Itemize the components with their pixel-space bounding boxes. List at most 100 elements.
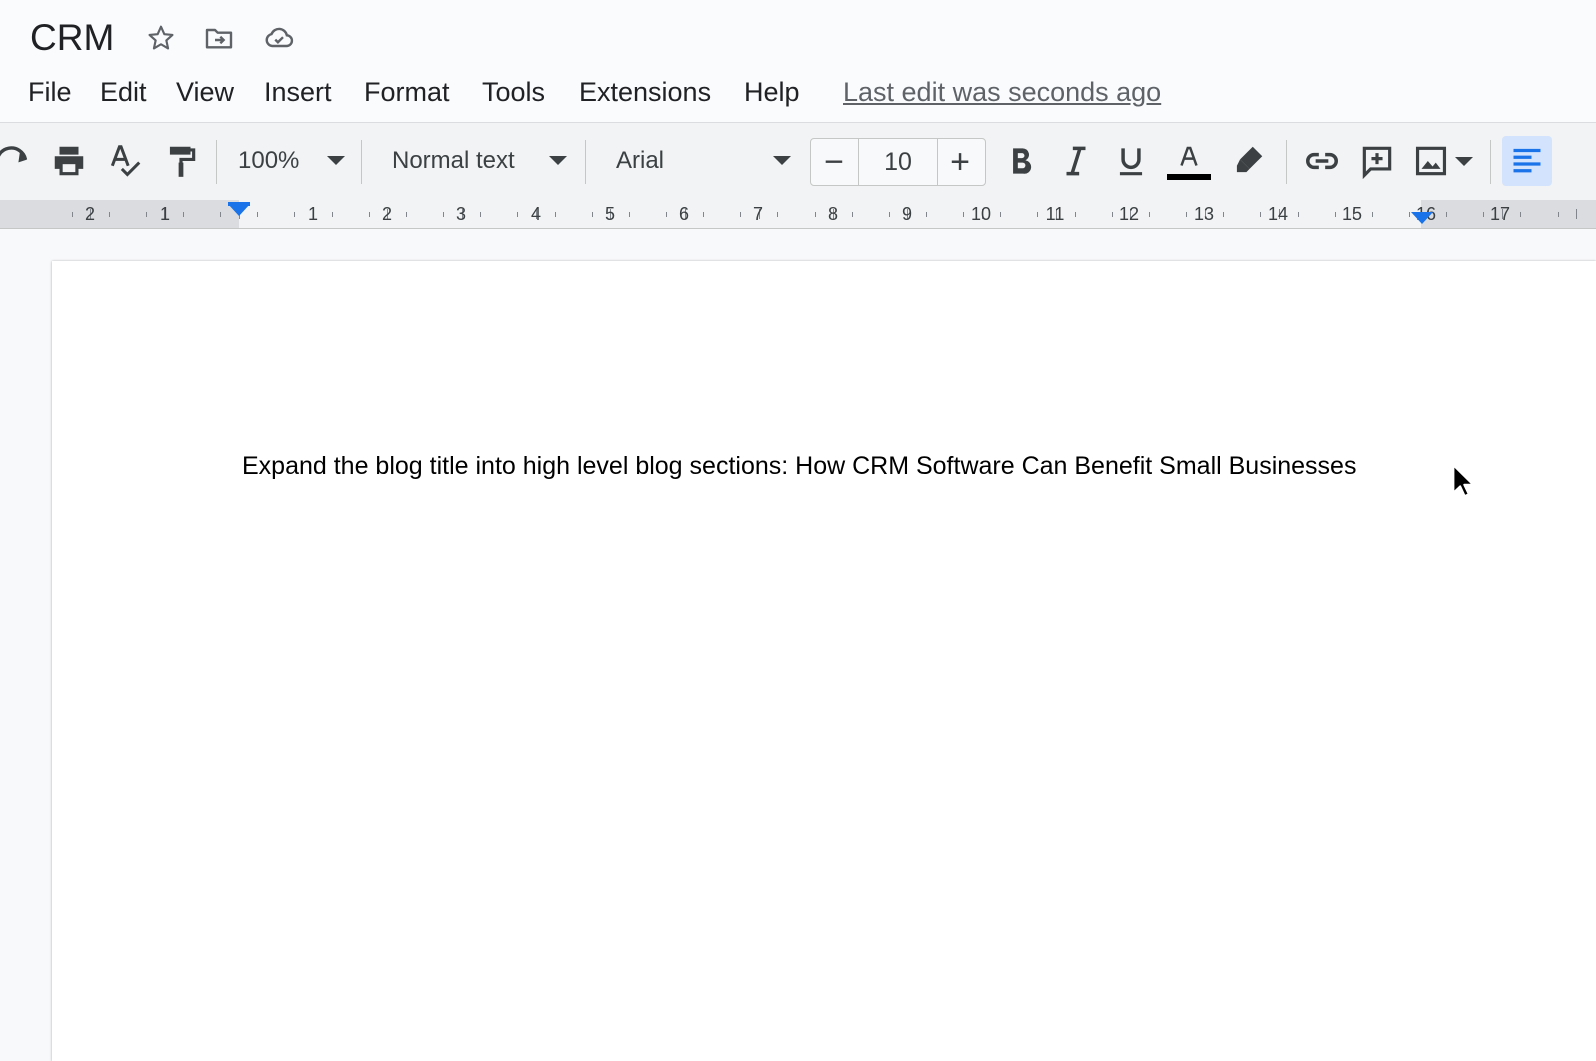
ruler-label: 3: [455, 204, 467, 224]
font-size-control: − 10 +: [810, 138, 986, 186]
font-family-select[interactable]: Arial: [616, 136, 756, 186]
ruler-label: 1: [159, 204, 171, 224]
ruler-label: 4: [530, 204, 542, 224]
ruler-tick: [592, 212, 593, 217]
ruler-label: 17: [1489, 204, 1511, 224]
ruler-tick: [1260, 212, 1261, 217]
zoom-value: 100%: [238, 147, 300, 174]
ruler-label: 11: [1045, 204, 1065, 224]
insert-link-icon[interactable]: [1300, 136, 1344, 186]
ruler-label: 10: [970, 204, 992, 224]
ruler-tick: [777, 212, 778, 217]
document-page[interactable]: Expand the blog title into high level bl…: [52, 261, 1596, 1061]
right-indent-handle[interactable]: [1411, 212, 1433, 224]
zoom-dropdown-icon[interactable]: [327, 156, 345, 165]
last-edit-link[interactable]: Last edit was seconds ago: [843, 74, 1161, 110]
ruler-tick: [1112, 212, 1113, 217]
redo-icon[interactable]: [0, 136, 34, 186]
document-canvas: Expand the blog title into high level bl…: [0, 229, 1596, 1061]
ruler-tick: [109, 212, 110, 217]
ruler-tick: [1520, 212, 1521, 217]
insert-image-icon[interactable]: [1410, 136, 1452, 186]
ruler-tick: [666, 212, 667, 217]
ruler-tick: [257, 212, 258, 217]
ruler-label: 2: [381, 204, 393, 224]
menu-tools[interactable]: Tools: [480, 74, 547, 110]
menu-help[interactable]: Help: [742, 74, 802, 110]
menu-edit[interactable]: Edit: [98, 74, 149, 110]
left-indent-handle[interactable]: [228, 204, 250, 216]
ruler-tick: [1149, 212, 1150, 217]
decrease-font-size-button[interactable]: −: [811, 139, 857, 185]
ruler-tick: [629, 212, 630, 217]
print-icon[interactable]: [48, 136, 90, 186]
ruler-tick: [332, 212, 333, 217]
menu-file[interactable]: File: [26, 74, 74, 110]
ruler-label: 12: [1118, 204, 1140, 224]
document-body-text[interactable]: Expand the blog title into high level bl…: [242, 449, 1356, 483]
ruler-tick: [183, 212, 184, 217]
paragraph-style-select[interactable]: Normal text: [392, 136, 542, 186]
cloud-saved-icon[interactable]: [261, 20, 297, 56]
ruler-tick: [1446, 212, 1447, 217]
ruler-tick: [815, 212, 816, 217]
image-dropdown-icon[interactable]: [1455, 157, 1473, 166]
star-icon[interactable]: [143, 20, 179, 56]
text-color-icon[interactable]: [1166, 136, 1212, 186]
menu-insert[interactable]: Insert: [262, 74, 334, 110]
ruler-label: 7: [752, 204, 764, 224]
ruler-tick: [703, 212, 704, 217]
ruler-label: 5: [604, 204, 616, 224]
increase-font-size-button[interactable]: +: [937, 139, 983, 185]
ruler-tick: [1558, 212, 1559, 217]
ruler-label: 15: [1341, 204, 1363, 224]
ruler-tick: [1000, 212, 1001, 217]
ruler-tick: [1186, 212, 1187, 217]
underline-icon[interactable]: [1110, 136, 1152, 186]
ruler-label: 2: [84, 204, 96, 224]
document-title[interactable]: CRM: [30, 16, 114, 60]
highlight-color-icon[interactable]: [1227, 136, 1269, 186]
title-bar: CRM: [0, 0, 1596, 66]
font-family-value: Arial: [616, 147, 665, 174]
paint-format-icon[interactable]: [160, 136, 202, 186]
menu-extensions[interactable]: Extensions: [577, 74, 713, 110]
ruler-tick: [1409, 212, 1410, 217]
ruler-tick: [369, 212, 370, 217]
align-left-button[interactable]: [1502, 136, 1552, 186]
style-dropdown-icon[interactable]: [549, 156, 567, 165]
move-to-folder-icon[interactable]: [201, 20, 237, 56]
menu-format[interactable]: Format: [362, 74, 452, 110]
align-left-icon: [1513, 148, 1541, 173]
bold-icon[interactable]: [1000, 136, 1042, 186]
add-comment-icon[interactable]: [1356, 136, 1398, 186]
ruler-tick: [1298, 212, 1299, 217]
menu-bar: File Edit View Insert Format Tools Exten…: [0, 66, 1596, 122]
ruler-tick: [72, 212, 73, 217]
ruler-tick: [740, 212, 741, 217]
ruler-tick: [517, 212, 518, 217]
text-color-swatch: [1167, 173, 1211, 180]
ruler-tick: [926, 212, 927, 217]
ruler-tick: [1576, 209, 1577, 219]
font-dropdown-icon[interactable]: [773, 156, 791, 165]
ruler-tick: [1037, 212, 1038, 217]
ruler-tick: [963, 212, 964, 217]
ruler-tick: [1075, 212, 1076, 217]
ruler-label: 14: [1267, 204, 1289, 224]
spellcheck-icon[interactable]: [104, 136, 146, 186]
ruler-label: 8: [827, 204, 839, 224]
italic-icon[interactable]: [1055, 136, 1097, 186]
font-size-input[interactable]: 10: [858, 139, 938, 185]
ruler-label: 9: [901, 204, 913, 224]
mouse-pointer-icon: [1452, 464, 1474, 497]
ruler-tick: [220, 212, 221, 217]
ruler-tick: [480, 212, 481, 217]
ruler-label: 6: [678, 204, 690, 224]
ruler-tick: [146, 212, 147, 217]
ruler-tick: [443, 212, 444, 217]
zoom-select[interactable]: 100%: [238, 136, 312, 186]
ruler-label: 1: [307, 204, 319, 224]
ruler-tick: [1223, 212, 1224, 217]
menu-view[interactable]: View: [174, 74, 236, 110]
